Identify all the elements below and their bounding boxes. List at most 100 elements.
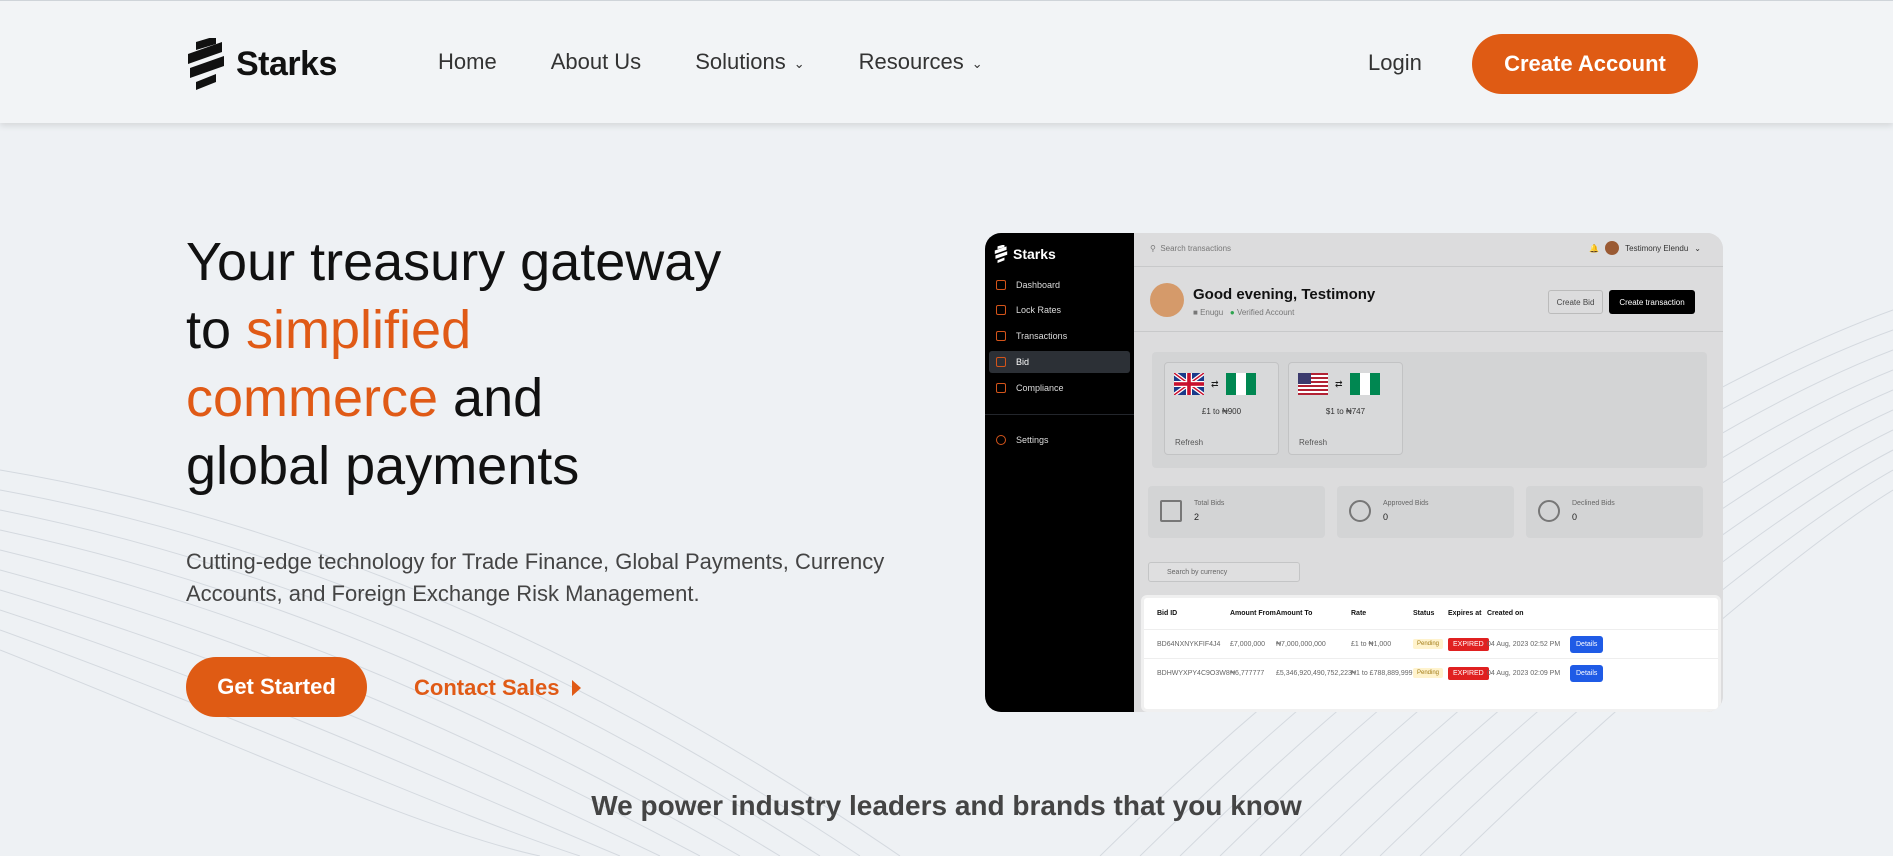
hero-title-highlight1: simplified [246, 300, 472, 360]
cell-amount-from: £7,000,000 [1230, 640, 1266, 648]
transactions-icon [996, 331, 1006, 341]
mock-search-placeholder: Search transactions [1160, 244, 1232, 253]
mock-sidebar-item-lock-rates: Lock Rates [989, 299, 1130, 321]
nav-home-label: Home [438, 49, 497, 74]
mock-rate-card: ⇄ $1 to ₦747 Refresh [1288, 362, 1403, 455]
swap-icon: ⇄ [1211, 378, 1219, 389]
nav-solutions-label: Solutions [695, 49, 786, 74]
avatar [1150, 283, 1184, 317]
expired-badge: EXPIRED [1448, 637, 1489, 651]
mock-rate-value: $1 to ₦747 [1325, 407, 1366, 416]
check-circle-icon [1349, 500, 1371, 522]
mock-greeting: Good evening, Testimony [1193, 286, 1376, 303]
scale-icon [996, 383, 1006, 393]
column-header: Amount To [1276, 610, 1313, 617]
caret-right-icon [571, 680, 581, 696]
nav-about-label: About Us [550, 49, 642, 74]
hero-subtitle: Cutting-edge technology for Trade Financ… [186, 549, 885, 606]
brands-tagline: We power industry leaders and brands tha… [591, 790, 1302, 821]
cell-created-on: 04 Aug, 2023 02:09 PM [1487, 669, 1561, 677]
mock-user-name: Testimony Elendu [1625, 243, 1689, 253]
contact-sales-label: Contact Sales [414, 675, 560, 700]
cell-amount-to: £5,346,920,490,752,223 [1276, 669, 1352, 677]
home-icon [996, 280, 1006, 290]
mock-logo-text: Starks [1013, 246, 1056, 262]
status-badge: Pending [1413, 639, 1444, 649]
mock-sidebar-label: Lock Rates [1016, 305, 1062, 315]
mock-sidebar-item-dashboard: Dashboard [989, 274, 1130, 296]
mock-sidebar-label: Dashboard [1016, 280, 1061, 290]
mock-stat-declined-bids: Declined Bids 0 [1526, 486, 1703, 538]
nigeria-flag-icon [1225, 373, 1256, 395]
mock-divider [1134, 331, 1723, 332]
status-badge: Pending [1413, 668, 1444, 678]
mock-sidebar: Starks Dashboard Lock Rates Transactions… [985, 233, 1134, 712]
starks-logo-icon [188, 38, 224, 90]
login-link[interactable]: Login [1368, 50, 1422, 76]
chevron-down-icon: ⌄ [971, 55, 983, 71]
mock-location-text: Enugu [1200, 308, 1224, 317]
contact-sales-link[interactable]: Contact Sales [414, 675, 581, 701]
mock-topbar: ⚲ Search transactions 🔔 Testimony Elendu ⌄ [1134, 233, 1723, 267]
starks-logo-icon [994, 245, 1008, 263]
mock-stat-approved-bids: Approved Bids 0 [1337, 486, 1514, 538]
cell-created-on: 04 Aug, 2023 02:52 PM [1487, 640, 1561, 648]
cell-rate: £1 to ₦1,000 [1351, 640, 1392, 648]
mock-location: ■ Enugu ● Verified Account [1193, 308, 1295, 317]
verified-icon: ● [1229, 308, 1235, 317]
mock-stat-label: Approved Bids [1383, 500, 1429, 507]
hero-title-line4: global payments [186, 436, 580, 496]
us-flag-icon [1298, 373, 1328, 395]
uk-flag-icon [1174, 373, 1204, 395]
hero-title: Your treasury gateway to simplified comm… [186, 228, 886, 500]
mock-main: ⚲ Search transactions 🔔 Testimony Elendu ⌄… [1134, 233, 1723, 712]
x-circle-icon [1538, 500, 1560, 522]
mock-stat-value: 0 [1572, 512, 1578, 522]
cell-amount-to: ₦7,000,000,000 [1276, 640, 1326, 648]
nav-resources[interactable]: Resources ⌄ [859, 49, 983, 75]
nav-about-us[interactable]: About Us [551, 49, 642, 75]
chevron-down-icon: ⌄ [1694, 243, 1701, 253]
cell-bid-id: BDHWYXPY4C9O3W8 [1157, 669, 1230, 677]
column-header: Bid ID [1157, 610, 1178, 617]
mock-sidebar-label: Settings [1016, 435, 1049, 445]
column-header: Rate [1351, 610, 1367, 617]
mock-refresh-link: Refresh [1299, 438, 1328, 447]
nav-home[interactable]: Home [438, 49, 497, 75]
lock-icon [996, 305, 1006, 315]
column-header: Amount From [1230, 610, 1276, 617]
mock-user: 🔔 Testimony Elendu ⌄ [1589, 241, 1701, 255]
mock-stat-label: Declined Bids [1572, 500, 1615, 507]
mock-currency-search: Search by currency [1148, 562, 1300, 582]
expired-badge: EXPIRED [1448, 666, 1489, 680]
mock-sidebar-label: Transactions [1016, 331, 1068, 341]
sliders-icon [1160, 500, 1182, 522]
mock-sidebar-item-settings: Settings [989, 429, 1130, 451]
table-row: BDHWYXPY4C9O3W8 ₦6,777777 £5,346,920,490… [1144, 658, 1718, 687]
brand-logo[interactable]: Starks [186, 38, 337, 90]
nav-solutions[interactable]: Solutions ⌄ [695, 49, 804, 75]
mock-bids-table: Bid ID Amount From Amount To Rate Status… [1141, 595, 1721, 712]
cell-amount-from: ₦6,777777 [1230, 669, 1265, 677]
hero-title-line1: Your treasury gateway [186, 232, 722, 292]
mock-search: ⚲ Search transactions [1150, 244, 1232, 253]
column-header: Status [1413, 610, 1435, 617]
cell-bid-id: BD64NXNYKFIF4J4 [1157, 640, 1221, 648]
top-navbar: Starks Home About Us Solutions ⌄ Resource… [0, 0, 1893, 123]
details-button: Details [1570, 664, 1604, 682]
brand-name: Starks [236, 44, 337, 83]
mock-stat-total-bids: Total Bids 2 [1148, 486, 1325, 538]
mock-refresh-link: Refresh [1175, 438, 1204, 447]
get-started-button[interactable]: Get Started [186, 657, 367, 717]
mock-stat-value: 2 [1194, 512, 1200, 522]
details-button: Details [1570, 635, 1604, 653]
mock-sidebar-label: Compliance [1016, 383, 1064, 393]
hero-title-line3b: and [438, 368, 544, 428]
main-nav: Home About Us Solutions ⌄ Resources ⌄ [438, 49, 1037, 75]
create-account-button[interactable]: Create Account [1472, 34, 1698, 94]
nav-resources-label: Resources [858, 49, 964, 74]
hero-title-highlight2: commerce [186, 368, 439, 428]
mock-rate-card: ⇄ £1 to ₦900 Refresh [1164, 362, 1279, 455]
mock-verified-text: Verified Account [1236, 308, 1295, 317]
dashboard-preview-image: Starks Dashboard Lock Rates Transactions… [985, 233, 1723, 712]
